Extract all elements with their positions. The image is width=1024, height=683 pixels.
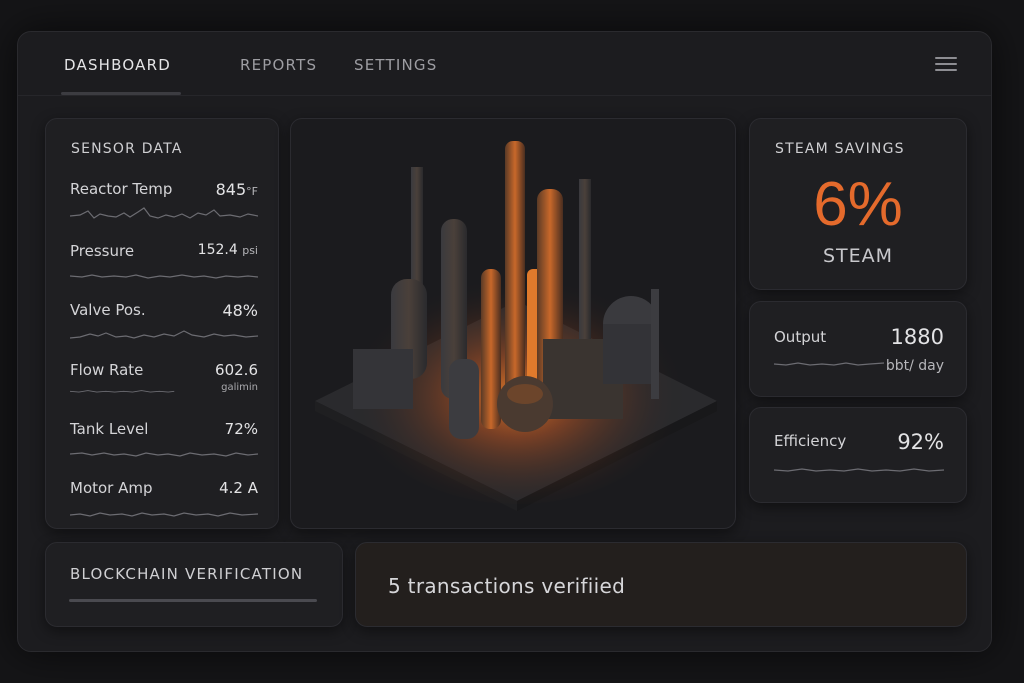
output-label: Output: [774, 328, 827, 346]
active-tab-indicator: [61, 92, 181, 95]
blockchain-verification-title: BLOCKCHAIN VERIFICATION: [70, 565, 304, 583]
sparkline: [70, 274, 258, 279]
verification-progress-bar: [69, 599, 317, 602]
sensor-value: 845°F: [215, 180, 258, 199]
efficiency-card[interactable]: Efficiency 92%: [749, 407, 967, 503]
output-unit: bbt/ day: [885, 358, 944, 374]
sensor-label: Reactor Temp: [70, 180, 173, 198]
transactions-verified-text: 5 transactions verifiied: [388, 574, 626, 598]
sparkline: [70, 452, 258, 457]
blockchain-verification-card[interactable]: BLOCKCHAIN VERIFICATION: [45, 542, 343, 627]
sensor-label: Pressure: [70, 242, 135, 260]
sensor-unit: galimin: [221, 382, 258, 393]
output-value: 1880: [890, 325, 944, 349]
efficiency-sparkline: [774, 468, 944, 472]
steam-savings-value: 6%: [813, 170, 903, 239]
sensor-row-tank-level[interactable]: Tank Level 72%: [70, 420, 258, 474]
sparkline: [70, 330, 258, 339]
sensor-label: Flow Rate: [70, 361, 144, 379]
refinery-illustration-card: [290, 118, 736, 529]
sensor-value: 48%: [222, 301, 258, 320]
sensor-row-valve-pos[interactable]: Valve Pos. 48%: [70, 301, 258, 355]
sensor-label: Valve Pos.: [70, 301, 146, 319]
steam-savings-title: STEAM SAVINGS: [775, 141, 905, 157]
output-sparkline: [774, 362, 884, 366]
sensor-row-reactor-temp[interactable]: Reactor Temp 845°F: [70, 180, 258, 234]
refinery-illustration: [315, 141, 717, 511]
steam-savings-card: STEAM SAVINGS 6% STEAM: [749, 118, 967, 290]
sensor-row-pressure[interactable]: Pressure 152.4 psi: [70, 242, 258, 296]
hamburger-menu-icon[interactable]: [935, 57, 957, 71]
sensor-label: Tank Level: [70, 420, 149, 438]
steam-savings-label: STEAM: [822, 245, 894, 267]
output-card[interactable]: Output 1880 bbt/ day: [749, 301, 967, 397]
sensor-data-card: SENSOR DATA Reactor Temp 845°F Pressure …: [45, 118, 279, 529]
sensor-value: 72%: [224, 420, 258, 438]
sparkline: [70, 207, 258, 219]
efficiency-label: Efficiency: [774, 432, 847, 450]
transactions-card: 5 transactions verifiied: [355, 542, 967, 627]
sensor-value: 602.6: [215, 361, 258, 379]
sensor-value: 4.2 A: [219, 479, 258, 497]
sensor-data-title: SENSOR DATA: [71, 141, 183, 157]
sensor-row-flow-rate[interactable]: Flow Rate 602.6 galimin: [70, 361, 258, 415]
sensor-row-motor-amp[interactable]: Motor Amp 4.2 A: [70, 479, 258, 533]
sparkline: [70, 390, 175, 393]
top-navigation: DASHBOARD REPORTS SETTINGS: [18, 32, 991, 96]
tab-dashboard[interactable]: DASHBOARD: [64, 56, 171, 74]
tab-settings[interactable]: SETTINGS: [354, 56, 437, 74]
sensor-label: Motor Amp: [70, 479, 153, 497]
sparkline: [70, 512, 258, 517]
efficiency-value: 92%: [897, 430, 944, 454]
tab-reports[interactable]: REPORTS: [240, 56, 317, 74]
sensor-value: 152.4 psi: [197, 242, 258, 258]
